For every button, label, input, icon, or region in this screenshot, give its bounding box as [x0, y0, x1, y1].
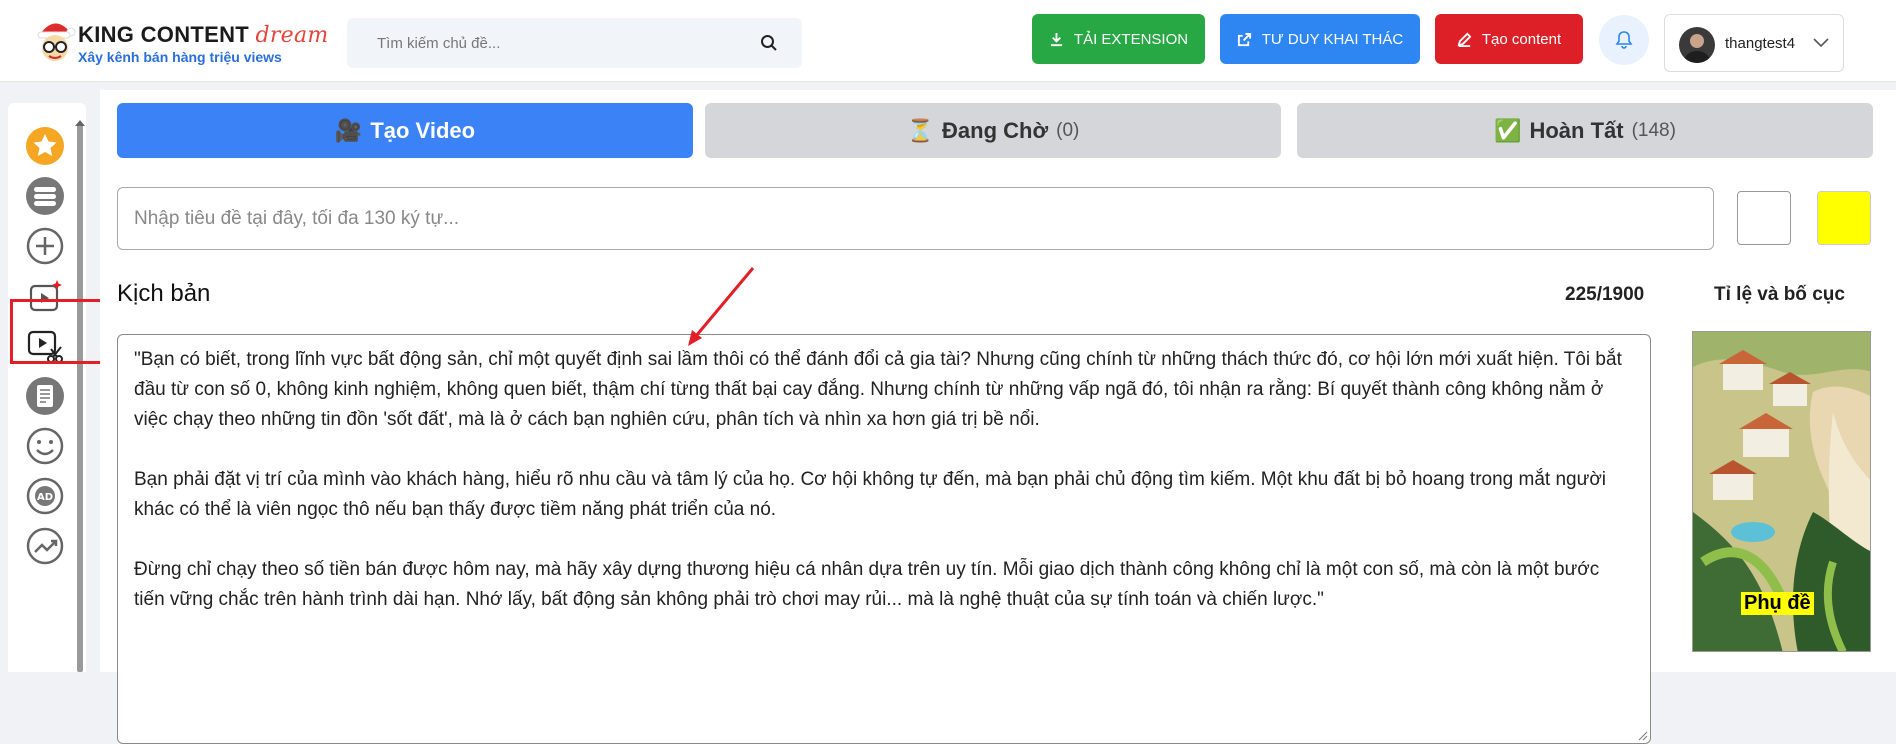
pencil-icon	[1457, 32, 1472, 47]
plus-circle-icon	[26, 227, 64, 265]
think-strategy-button[interactable]: TƯ DUY KHAI THÁC	[1220, 14, 1420, 64]
tab-done[interactable]: ✅ Hoàn Tất (148)	[1297, 103, 1873, 158]
video-title-input[interactable]	[117, 187, 1714, 250]
logo-title: KING CONTENT dream	[78, 22, 329, 48]
highlight-box	[10, 299, 111, 364]
ratio-layout-label: Tỉ lệ và bố cục	[1714, 284, 1845, 305]
tab-done-label: Hoàn Tất	[1529, 117, 1624, 143]
script-paragraph: "Bạn có biết, trong lĩnh vực bất động sả…	[134, 349, 1622, 430]
ad-icon: AD	[26, 477, 64, 515]
tab-waiting[interactable]: ⏳ Đang Chờ (0)	[705, 103, 1281, 158]
logo-subtitle: Xây kênh bán hàng triệu views	[78, 49, 282, 65]
movie-camera-icon: 🎥	[334, 117, 363, 143]
avatar	[1679, 27, 1715, 63]
download-extension-label: TẢI EXTENSION	[1073, 30, 1189, 48]
sidebar-scrollbar[interactable]	[77, 123, 83, 672]
download-icon	[1050, 32, 1063, 46]
logo[interactable]: KING CONTENT dream Xây kênh bán hàng tri…	[34, 16, 328, 68]
svg-text:AD: AD	[37, 492, 53, 503]
sidebar-item-documents[interactable]	[24, 375, 66, 417]
sidebar: AD	[8, 103, 86, 672]
tab-create-video[interactable]: 🎥 Tạo Video	[117, 103, 693, 158]
logo-title-suffix: dream	[255, 23, 329, 48]
tab-waiting-label: Đang Chờ	[942, 117, 1049, 143]
preview-subtitle: Phụ đề	[1741, 592, 1814, 615]
sidebar-item-emotion[interactable]	[24, 425, 66, 467]
star-icon	[26, 127, 64, 165]
user-menu[interactable]: thangtest4	[1664, 14, 1844, 72]
char-counter: 225/1900	[1565, 284, 1645, 305]
smile-icon	[26, 427, 64, 465]
resize-handle-icon[interactable]	[1638, 731, 1648, 741]
top-header: KING CONTENT dream Xây kênh bán hàng tri…	[0, 0, 1896, 82]
sidebar-item-add[interactable]	[24, 225, 66, 267]
external-link-icon	[1237, 32, 1251, 46]
mascot-logo-icon	[37, 23, 76, 61]
sidebar-item-list[interactable]	[24, 175, 66, 217]
think-strategy-label: TƯ DUY KHAI THÁC	[1261, 30, 1404, 48]
highlight-color-picker[interactable]	[1817, 191, 1871, 245]
script-paragraph: Bạn phải đặt vị trí của mình vào khách h…	[134, 469, 1606, 520]
video-preview[interactable]: Phụ đề	[1692, 331, 1871, 652]
download-extension-button[interactable]: TẢI EXTENSION	[1032, 14, 1205, 64]
hourglass-icon: ⏳	[906, 117, 935, 143]
tab-waiting-count: (0)	[1056, 119, 1080, 141]
search-icon[interactable]	[760, 34, 778, 52]
notification-button[interactable]	[1599, 15, 1649, 65]
trend-icon	[26, 527, 64, 565]
script-textarea[interactable]: "Bạn có biết, trong lĩnh vực bất động sả…	[117, 334, 1651, 744]
search-bar	[347, 18, 802, 68]
tab-done-count: (148)	[1631, 119, 1676, 141]
create-content-button[interactable]: Tạo content	[1435, 14, 1583, 64]
sidebar-item-ads[interactable]: AD	[24, 475, 66, 517]
document-icon	[26, 377, 64, 415]
script-label: Kịch bản	[117, 280, 211, 307]
text-color-picker[interactable]	[1737, 191, 1791, 245]
script-paragraph: Đừng chỉ chạy theo số tiền bán được hôm …	[134, 559, 1600, 610]
create-content-label: Tạo content	[1481, 30, 1562, 48]
main-panel: 🎥 Tạo Video ⏳ Đang Chờ (0) ✅ Hoàn Tất (1…	[100, 90, 1896, 744]
scroll-up-arrow-icon[interactable]	[75, 120, 85, 126]
tab-create-video-label: Tạo Video	[370, 117, 476, 143]
search-input[interactable]	[347, 18, 802, 68]
bell-icon	[1615, 31, 1633, 49]
sidebar-item-trends[interactable]	[24, 525, 66, 567]
chevron-down-icon	[1813, 38, 1829, 48]
sidebar-item-favorites[interactable]	[24, 125, 66, 167]
username: thangtest4	[1725, 35, 1796, 52]
list-icon	[26, 177, 64, 215]
check-box-icon: ✅	[1494, 117, 1522, 143]
